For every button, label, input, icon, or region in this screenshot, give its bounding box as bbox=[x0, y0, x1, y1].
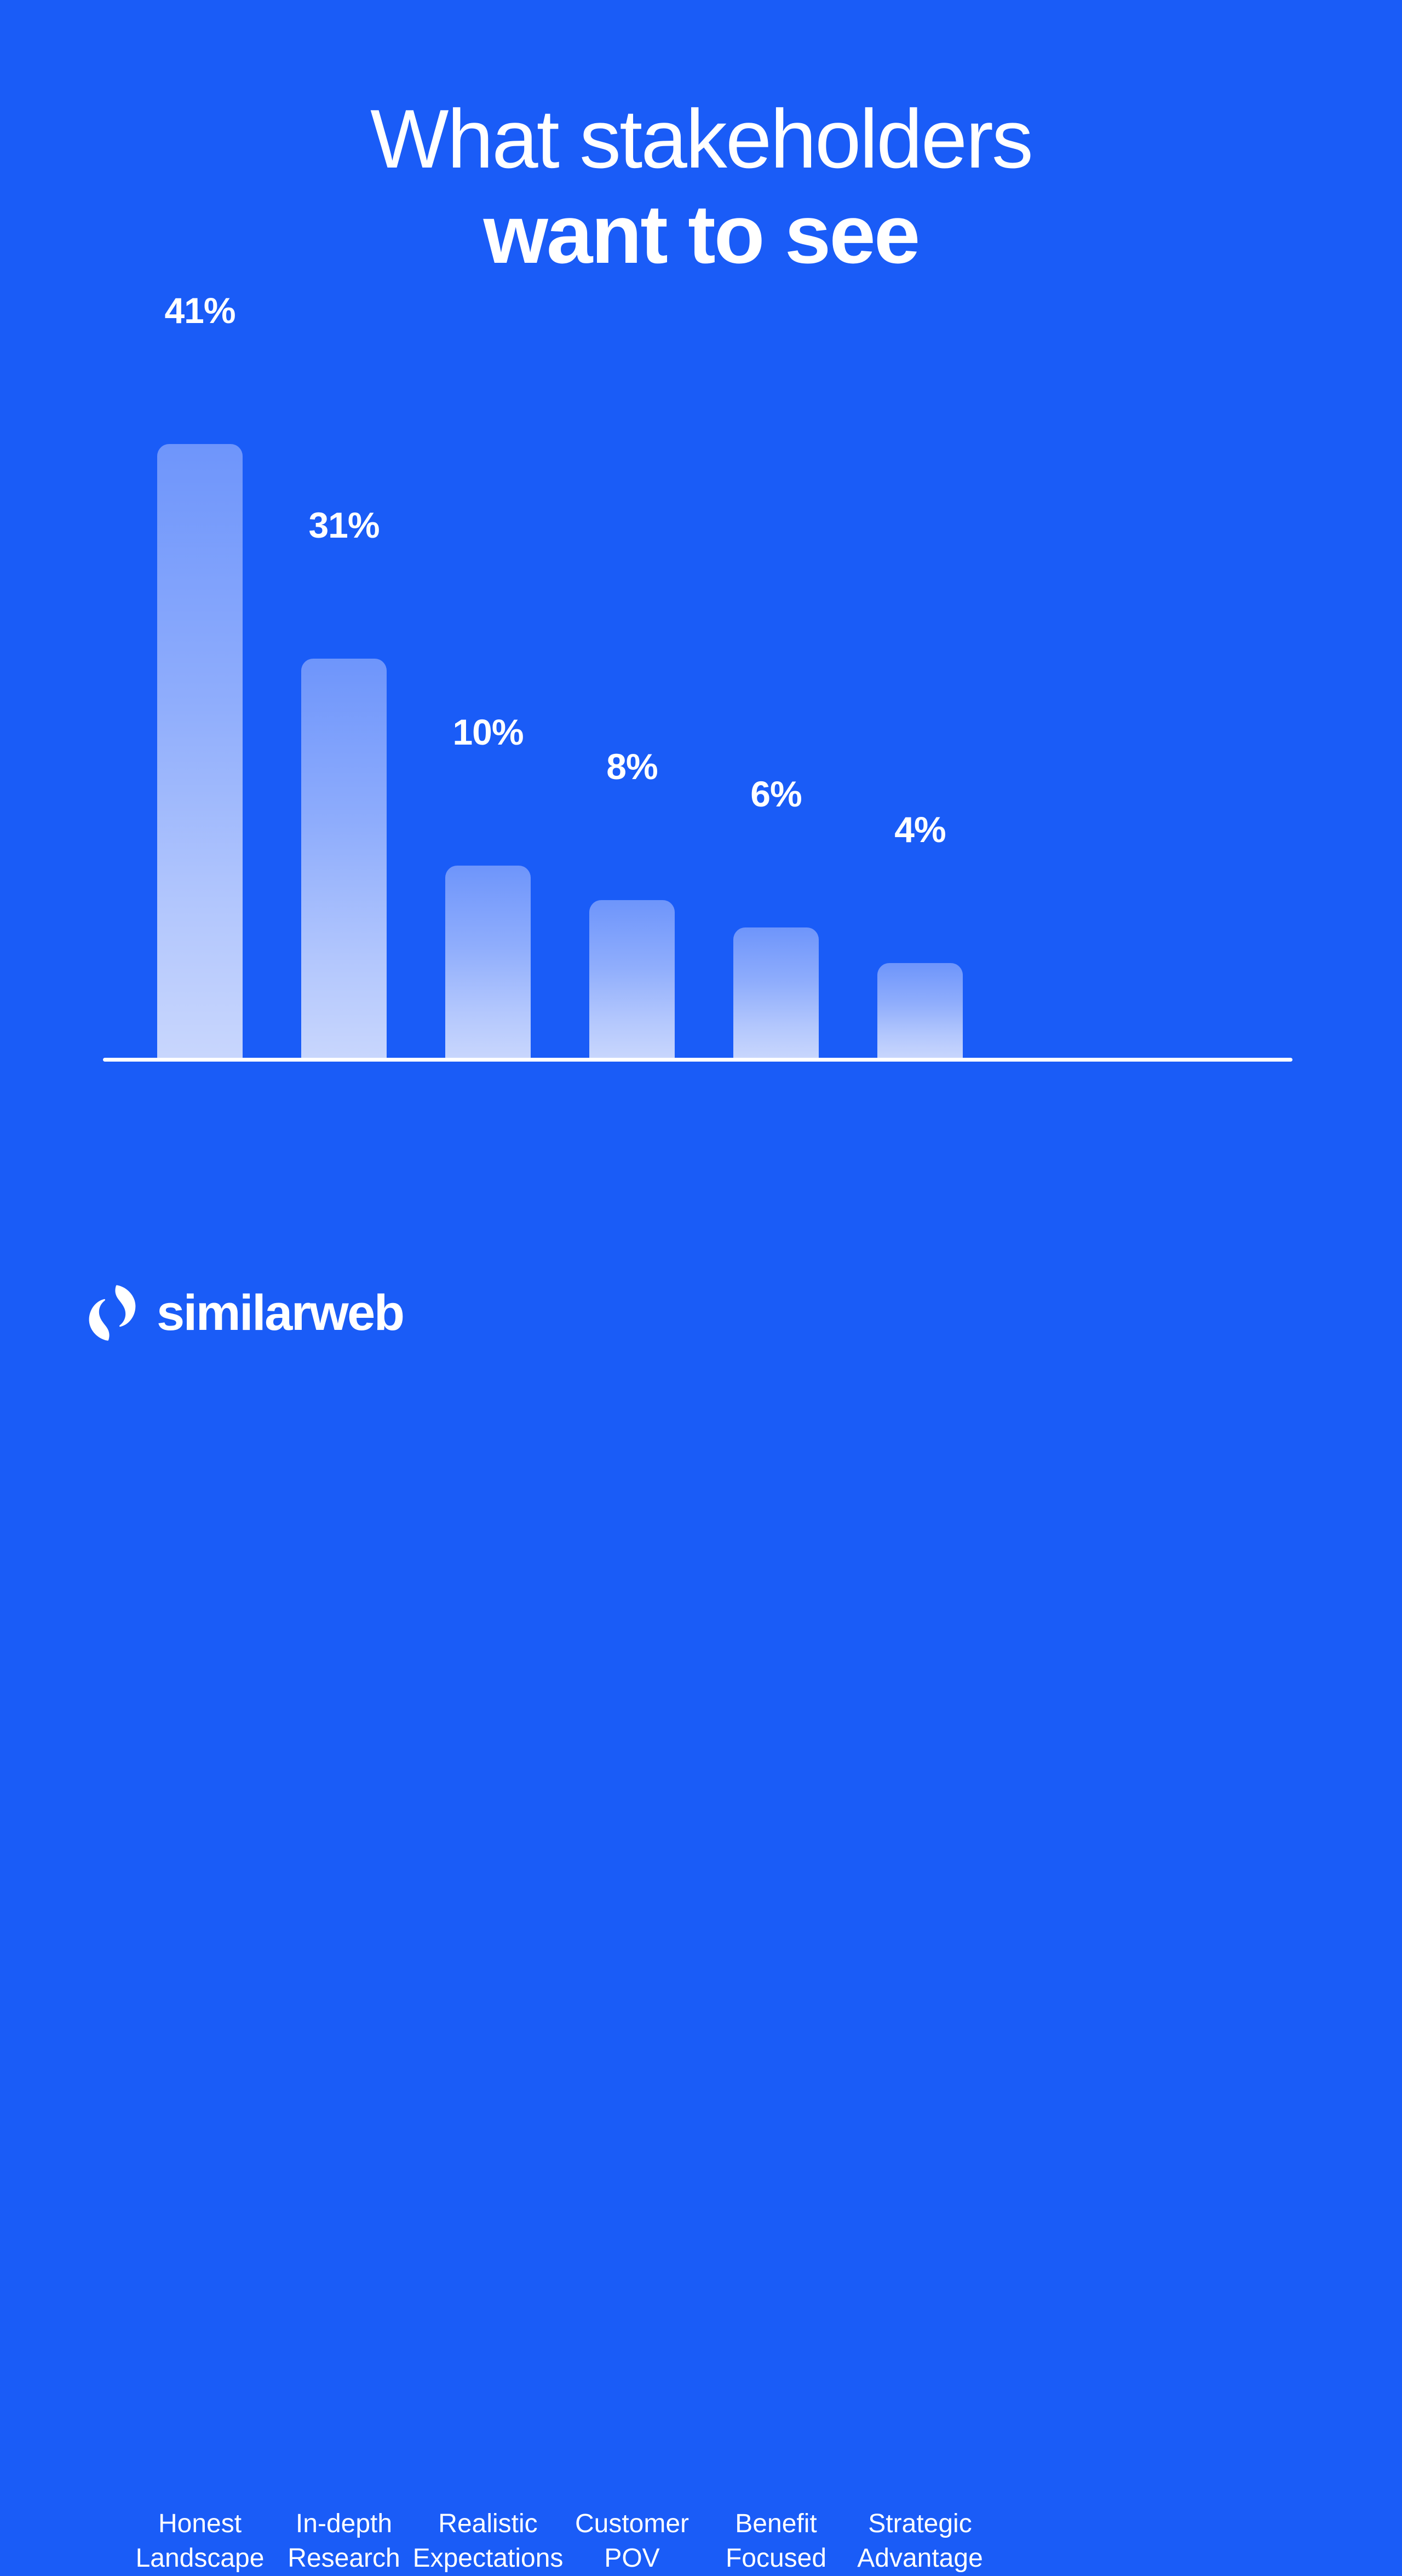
similarweb-swirl-icon bbox=[89, 1285, 136, 1341]
bar-customer-pov[interactable] bbox=[589, 900, 675, 1058]
x-axis-line bbox=[103, 1058, 1292, 1062]
bar-chart: 41% Honest Landscape 31% In-depth Resear… bbox=[0, 0, 1402, 2573]
infographic-canvas: What stakeholders want to see 41% Honest… bbox=[0, 0, 1402, 2573]
similarweb-wordmark: similarweb bbox=[157, 1285, 405, 1341]
bar-value-label: 6% bbox=[750, 774, 802, 814]
similarweb-logo: similarweb bbox=[83, 1284, 405, 1342]
bar-honest-landscape[interactable] bbox=[157, 444, 243, 1058]
bar-benefit-focused[interactable] bbox=[733, 927, 819, 1058]
bar-strategic-advantage[interactable] bbox=[877, 963, 963, 1058]
bar-in-depth-research[interactable] bbox=[301, 659, 387, 1058]
bar-realistic-expectations[interactable] bbox=[445, 866, 531, 1058]
bar-category-label: Strategic Advantage bbox=[828, 2506, 1012, 2576]
bar-value-label: 8% bbox=[606, 746, 658, 787]
bar-value-label: 4% bbox=[894, 809, 946, 850]
bar-category-line-2: Advantage bbox=[857, 2544, 983, 2573]
bar-category-line-1: Strategic bbox=[868, 2509, 972, 2538]
bar-value-label: 31% bbox=[308, 505, 380, 545]
bar-value-label: 41% bbox=[164, 290, 235, 331]
bar-value-label: 10% bbox=[452, 712, 524, 752]
